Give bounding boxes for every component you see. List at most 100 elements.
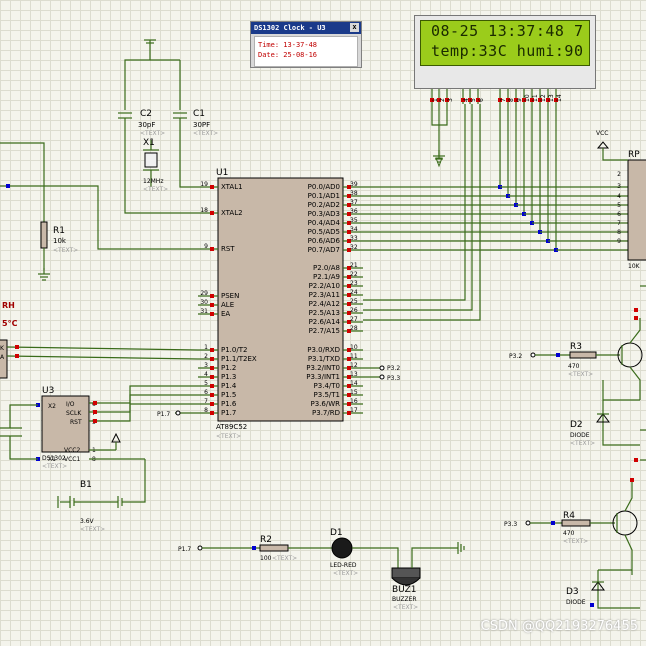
- u1-pin-num: 19: [200, 181, 208, 188]
- d1-led[interactable]: [331, 537, 353, 559]
- buzzer-wire: [411, 547, 458, 568]
- x1-value: 12MHz: [143, 178, 163, 185]
- u1-pin-num: 30: [200, 299, 208, 306]
- p17-led-net-label: P1.7: [178, 546, 191, 553]
- x1-crystal[interactable]: [144, 152, 158, 168]
- u1-pin-num: 7: [204, 398, 208, 405]
- r2-resistor[interactable]: [259, 544, 289, 552]
- u1-pin-name-26: P2.5/A13: [309, 309, 340, 317]
- u3-pin-name: X2: [48, 403, 56, 410]
- u1-pin-name-2: P1.1/T2EX: [221, 355, 257, 363]
- lcd-display: 08-25 13:37:48 7 temp:33C humi:90: [420, 20, 590, 66]
- u1-pin-30-marker: [210, 303, 214, 307]
- u3-pin-name: VCC2: [64, 447, 80, 454]
- u1-pin-31-marker: [210, 312, 214, 316]
- c2-text: <TEXT>: [140, 130, 165, 137]
- u1-pin-num: 15: [350, 389, 358, 396]
- u1-pin-29-marker: [210, 294, 214, 298]
- lcd-line-2: temp:33C humi:90: [431, 42, 584, 60]
- u1-pin-4-marker: [210, 375, 214, 379]
- u1-pin-name-23: P2.2/A10: [309, 282, 340, 290]
- pin-marker: [93, 419, 97, 423]
- u1-pin-name-32: P0.7/AD7: [308, 246, 340, 254]
- date-label: Date:: [258, 51, 280, 59]
- u3-ref: U3: [42, 386, 54, 396]
- r2-text: <TEXT>: [272, 555, 297, 562]
- rp-resistor-pack[interactable]: [627, 159, 646, 261]
- buz1-text: <TEXT>: [393, 604, 418, 611]
- u1-pin-name-8: P1.7: [221, 409, 236, 417]
- b1-value: 3.6V: [80, 518, 95, 525]
- u1-pin-num: 29: [200, 290, 208, 297]
- buz1-body[interactable]: [391, 567, 421, 579]
- lcd-pin-num: 2: [439, 98, 446, 102]
- u1-pin-name-38: P0.1/AD1: [308, 192, 340, 200]
- u1-pin-name-31: EA: [221, 310, 230, 318]
- q1-emitter: [629, 366, 641, 400]
- u1-pin-2-marker: [210, 357, 214, 361]
- u1-pin-num: 1: [204, 344, 208, 351]
- u1-pin-name-19: XTAL1: [221, 183, 243, 191]
- u1-pin-9-marker: [210, 247, 214, 251]
- d2-wire: [602, 380, 640, 446]
- lcd-pin-num: 7: [500, 98, 507, 102]
- u1-pin-name-29: PSEN: [221, 292, 239, 300]
- u1-pin-num: 32: [350, 244, 358, 251]
- close-icon[interactable]: x: [350, 23, 359, 32]
- u1-pin-num: 13: [350, 371, 358, 378]
- cap-top-wire: [124, 40, 151, 110]
- u1-pin-num: 14: [350, 380, 358, 387]
- u1-pin-num: 28: [350, 325, 358, 332]
- r1-resistor[interactable]: [40, 221, 48, 249]
- u1-pin-name-6: P1.5: [221, 391, 236, 399]
- vcc-arrow: [111, 432, 121, 443]
- b1-ref: B1: [80, 480, 92, 490]
- r4-text: <TEXT>: [563, 538, 588, 545]
- u1-pin-6-marker: [210, 393, 214, 397]
- u1-part: AT89C52: [216, 423, 247, 431]
- p17-led-terminal: [197, 545, 203, 551]
- x1-ref: X1: [143, 138, 155, 148]
- r2-ref: R2: [260, 535, 272, 545]
- lcd-pin-num: 6: [478, 98, 485, 102]
- p33-net-label: P3.3: [387, 375, 400, 382]
- lcd-pin-num: 8: [508, 98, 515, 102]
- d3-ref: D3: [566, 587, 579, 597]
- u1-pin-num: 9: [204, 243, 208, 250]
- u1-pin-name-5: P1.4: [221, 382, 237, 390]
- lcd-pin-num: 5: [470, 98, 477, 102]
- u1-pin-name-12: P3.2/INT0: [306, 364, 340, 372]
- ds-x2-wire: [9, 404, 38, 428]
- rp-pin-num: 4: [617, 193, 621, 200]
- u1-pin-name-3: P1.2: [221, 364, 236, 372]
- pin-marker: [634, 316, 638, 320]
- u1-pin-name-9: RST: [221, 245, 235, 253]
- lcd-pin-num: 11: [532, 94, 539, 102]
- u1-pin-name-21: P2.0/A8: [313, 264, 340, 272]
- p17-net-label: P1.7: [157, 411, 170, 418]
- buz1-dome: [391, 577, 421, 586]
- rp-pin-num: 3: [617, 183, 621, 190]
- pin-marker: [634, 308, 638, 312]
- p33-r4-net-label: P3.3: [504, 521, 517, 528]
- ds-x1-wire: [9, 436, 38, 460]
- ds1302-clock-window[interactable]: DS1302 Clock - U3 x Time: 13-37-48 Date:…: [250, 21, 362, 68]
- rp-pin-num: 5: [617, 202, 621, 209]
- lcd-line-1: 08-25 13:37:48 7: [431, 22, 584, 40]
- u1-pin-num: 2: [204, 353, 208, 360]
- vcc-arrow: [596, 141, 610, 149]
- ds1302-window-title[interactable]: DS1302 Clock - U3 x: [251, 22, 361, 34]
- u1-pin-num: 11: [350, 353, 358, 360]
- u1-pin-num: 33: [350, 235, 358, 242]
- u1-pin-num: 26: [350, 307, 358, 314]
- u1-pin-num: 16: [350, 398, 358, 405]
- u1-pin-num: 5: [204, 380, 208, 387]
- u1-pin-name-10: P3.0/RXD: [307, 346, 340, 354]
- lcd-rw-wire: [363, 104, 473, 311]
- u1-pin-name-11: P3.1/TXD: [308, 355, 340, 363]
- u1-pin-name-27: P2.6/A14: [309, 318, 341, 326]
- r3-resistor[interactable]: [569, 351, 597, 359]
- u3-pin-name: RST: [70, 419, 82, 426]
- vcc-wire: [602, 148, 628, 161]
- pin-marker: [252, 546, 256, 550]
